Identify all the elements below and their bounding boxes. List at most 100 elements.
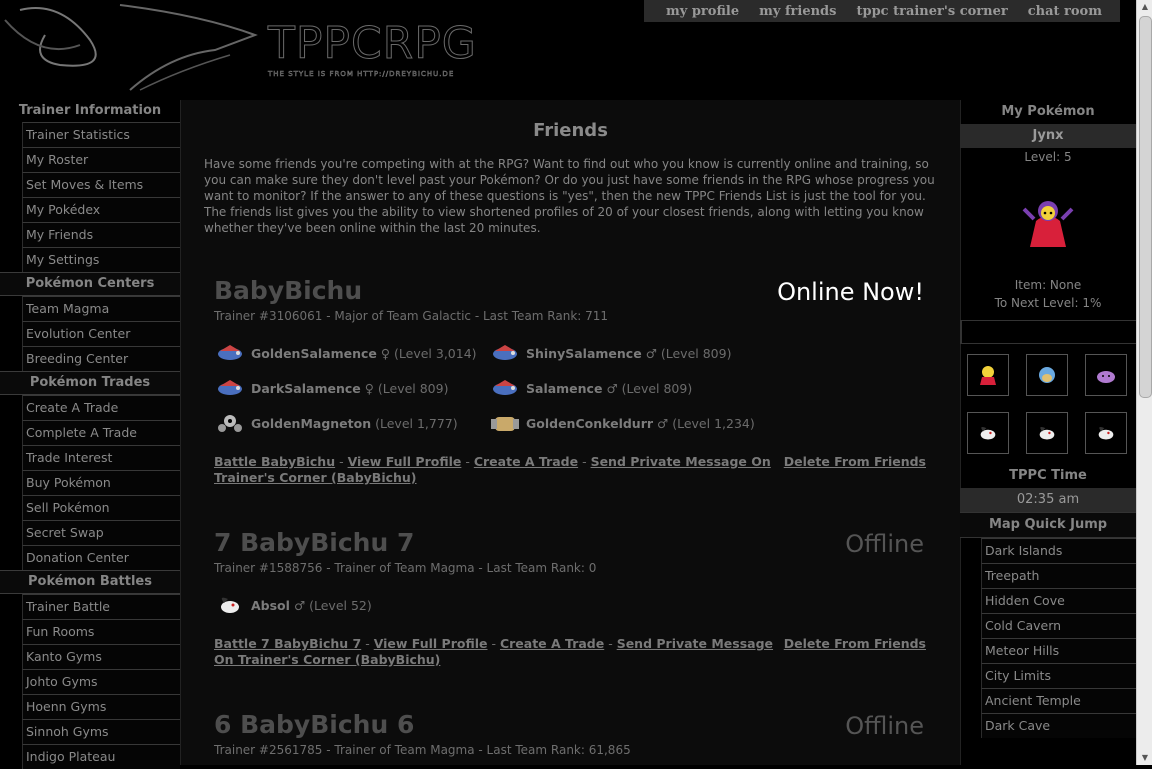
map-item-meteor-hills[interactable]: Meteor Hills: [981, 638, 1136, 663]
sidebar-item-my-friends[interactable]: My Friends: [22, 222, 180, 247]
team-slot-6[interactable]: [1085, 412, 1127, 454]
friend-trainer-info: Trainer #2561785 - Trainer of Team Magma…: [214, 743, 631, 757]
pokemon-detail: ♂ (Level 809): [606, 380, 693, 396]
sidebar-item-indigo-plateau[interactable]: Indigo Plateau: [22, 744, 180, 769]
create-trade-link[interactable]: Create A Trade: [474, 454, 578, 469]
pokemon-detail: ♂ (Level 52): [293, 597, 372, 613]
scroll-down-icon[interactable]: ▼: [1137, 751, 1152, 765]
sidebar-item-team-magma[interactable]: Team Magma: [22, 296, 180, 321]
map-item-dark-islands[interactable]: Dark Islands: [981, 538, 1136, 563]
nav-chat-room[interactable]: chat room: [1028, 4, 1102, 19]
page-scrollbar[interactable]: ▲ ▼: [1136, 0, 1152, 765]
view-profile-link[interactable]: View Full Profile: [374, 636, 488, 651]
site-header: TPPCRPG THE STYLE IS FROM HTTP://DREYBIC…: [0, 0, 1136, 100]
site-title: TPPCRPG: [268, 18, 477, 70]
my-pokemon-title: My Pokémon: [1001, 104, 1095, 119]
sidebar-item-trainer-statistics[interactable]: Trainer Statistics: [22, 122, 180, 147]
main-content: Friends Have some friends you're competi…: [180, 100, 961, 765]
sidebar-item-my-settings[interactable]: My Settings: [22, 247, 180, 272]
sidebar-item-evolution-center[interactable]: Evolution Center: [22, 321, 180, 346]
site-subtitle: THE STYLE IS FROM HTTP://DREYBICHU.DE: [268, 70, 455, 79]
sidebar-item-complete-a-trade[interactable]: Complete A Trade: [22, 420, 180, 445]
pokemon-name: GoldenMagneton: [251, 415, 372, 431]
team-slot-1[interactable]: [967, 354, 1009, 396]
conkeldurr-sprite-icon: [491, 417, 519, 431]
friend-trainer-info: Trainer #3106061 - Major of Team Galacti…: [214, 309, 609, 323]
map-item-hidden-cove[interactable]: Hidden Cove: [981, 588, 1136, 613]
team-slot-5[interactable]: [1026, 412, 1068, 454]
sidebar-item-fun-rooms[interactable]: Fun Rooms: [22, 619, 180, 644]
sidebar-item-trade-interest[interactable]: Trade Interest: [22, 445, 180, 470]
nav-trainers-corner[interactable]: tppc trainer's corner: [856, 4, 1007, 19]
view-profile-link[interactable]: View Full Profile: [348, 454, 462, 469]
sidebar-item-buy-pokemon[interactable]: Buy Pokémon: [22, 470, 180, 495]
sidebar-item-trainer-battle[interactable]: Trainer Battle: [22, 594, 180, 619]
battle-link[interactable]: Battle 7 BabyBichu 7: [214, 636, 361, 651]
sidebar-item-johto-gyms[interactable]: Johto Gyms: [22, 669, 180, 694]
create-trade-link[interactable]: Create A Trade: [500, 636, 604, 651]
nav-my-profile[interactable]: my profile: [666, 4, 739, 19]
map-item-dark-cave[interactable]: Dark Cave: [981, 713, 1136, 738]
pokemon-select-field[interactable]: [960, 320, 1136, 344]
map-quick-jump-title: Map Quick Jump: [960, 512, 1136, 538]
pokemon-name: GoldenConkeldurr: [526, 415, 654, 431]
battle-link[interactable]: Battle BabyBichu: [214, 454, 335, 469]
friend-actions: Battle BabyBichu - View Full Profile - C…: [214, 454, 926, 485]
sidebar-item-secret-swap[interactable]: Secret Swap: [22, 520, 180, 545]
pokemon-detail: ♂ (Level 1,234): [657, 415, 755, 431]
section-title-pokemon-trades: Pokémon Trades: [0, 371, 180, 395]
sidebar-item-set-moves-items[interactable]: Set Moves & Items: [22, 172, 180, 197]
to-next-level: To Next Level: 1%: [994, 296, 1102, 310]
pokemon-detail: (Level 1,777): [375, 415, 458, 431]
sidebar-item-hoenn-gyms[interactable]: Hoenn Gyms: [22, 694, 180, 719]
pokemon-entry: GoldenConkeldurr ♂ (Level 1,234): [489, 411, 764, 435]
sidebar-item-create-a-trade[interactable]: Create A Trade: [22, 395, 180, 420]
friend-card: 7 BabyBichu 7 Offline Trainer #1588756 -…: [214, 528, 926, 668]
friend-actions: Battle 7 BabyBichu 7 - View Full Profile…: [214, 636, 926, 667]
team-slot-4[interactable]: [967, 412, 1009, 454]
scroll-thumb[interactable]: [1139, 16, 1152, 398]
nav-my-friends[interactable]: my friends: [759, 4, 836, 19]
friend-pokemon-list: Absol ♂ (Level 52): [214, 593, 926, 617]
jynx-sprite-icon: [1022, 201, 1074, 247]
friend-card: 6 BabyBichu 6 Offline Trainer #2561785 -…: [214, 710, 926, 757]
pokemon-name: Absol: [251, 597, 290, 613]
sidebar-item-breeding-center[interactable]: Breeding Center: [22, 346, 180, 371]
sidebar-item-my-roster[interactable]: My Roster: [22, 147, 180, 172]
sidebar-item-sinnoh-gyms[interactable]: Sinnoh Gyms: [22, 719, 180, 744]
friend-name: 7 BabyBichu 7: [214, 528, 415, 557]
sidebar-item-donation-center[interactable]: Donation Center: [22, 545, 180, 570]
pokemon-entry: Salamence ♂ (Level 809): [489, 376, 764, 400]
friend-card: BabyBichu Online Now! Trainer #3106061 -…: [214, 276, 926, 486]
team-slot-2[interactable]: [1026, 354, 1068, 396]
jynx-sprite-icon: [980, 366, 996, 385]
map-item-cold-cavern[interactable]: Cold Cavern: [981, 613, 1136, 638]
tppc-time-title: TPPC Time: [1009, 468, 1087, 483]
section-title-trainer-information: Trainer Information: [0, 100, 180, 122]
absol-sprite-icon: [1039, 427, 1055, 440]
delete-friend-link[interactable]: Delete From Friends: [784, 636, 926, 652]
absol-sprite-icon: [1098, 427, 1114, 440]
map-item-ancient-temple[interactable]: Ancient Temple: [981, 688, 1136, 713]
top-navigation: my profile my friends tppc trainer's cor…: [644, 0, 1120, 22]
salamence-sprite-icon: [493, 345, 517, 360]
left-sidebar: Trainer Information Trainer Statistics M…: [0, 100, 180, 769]
sidebar-item-kanto-gyms[interactable]: Kanto Gyms: [22, 644, 180, 669]
scroll-up-icon[interactable]: ▲: [1137, 0, 1152, 14]
active-pokemon-level: Level: 5: [1024, 150, 1072, 164]
map-item-city-limits[interactable]: City Limits: [981, 663, 1136, 688]
absol-sprite-icon: [221, 597, 239, 613]
friend-pokemon-list: GoldenSalamence ♀ (Level 3,014) ShinySal…: [214, 341, 926, 435]
sidebar-item-sell-pokemon[interactable]: Sell Pokémon: [22, 495, 180, 520]
page-title: Friends: [533, 120, 608, 141]
sidebar-item-my-pokedex[interactable]: My Pokédex: [22, 197, 180, 222]
logo-graphic: [4, 4, 258, 91]
delete-friend-link[interactable]: Delete From Friends: [784, 454, 926, 470]
ditto-sprite-icon: [1097, 371, 1115, 383]
held-item: Item: None: [1014, 278, 1082, 292]
pokemon-entry: GoldenSalamence ♀ (Level 3,014): [214, 341, 489, 365]
pokemon-entry: DarkSalamence ♀ (Level 809): [214, 376, 489, 400]
team-slot-3[interactable]: [1085, 354, 1127, 396]
pokemon-detail: ♂ (Level 809): [645, 345, 732, 361]
map-item-treepath[interactable]: Treepath: [981, 563, 1136, 588]
